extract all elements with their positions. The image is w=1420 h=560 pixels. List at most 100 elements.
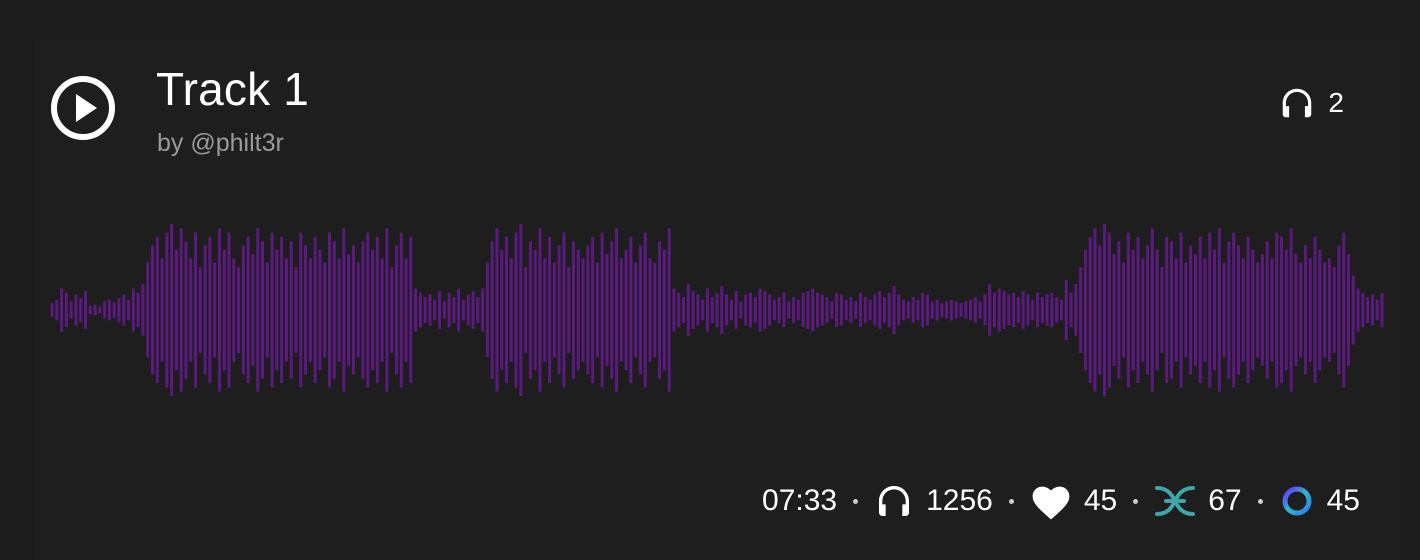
- waveform-bar: [878, 291, 882, 329]
- waveform-bar: [825, 297, 829, 323]
- waveform-bar: [610, 241, 614, 379]
- waveform-bar: [265, 262, 269, 358]
- waveform-bar: [868, 299, 872, 321]
- waveform-bar: [1375, 299, 1379, 321]
- waveform-bar: [1012, 292, 1016, 328]
- waveform-bar: [237, 267, 241, 353]
- waveform-bar: [873, 294, 877, 326]
- waveform-bar: [1275, 232, 1279, 388]
- waveform-bar: [1170, 241, 1173, 379]
- play-button[interactable]: [50, 75, 116, 141]
- waveform-bar: [141, 284, 145, 336]
- like-count-value: 45: [1083, 484, 1118, 517]
- repost-count[interactable]: 67: [1154, 483, 1242, 519]
- waveform-bar: [505, 236, 508, 384]
- waveform-bar: [1083, 249, 1087, 371]
- current-listeners-count: 2: [1328, 87, 1344, 118]
- waveform-bar: [1107, 232, 1111, 388]
- waveform-bar: [969, 299, 973, 321]
- waveform-bar: [677, 292, 681, 328]
- waveform-bar: [481, 288, 485, 332]
- waveform-bar: [1021, 291, 1025, 329]
- waveform-bar: [1380, 292, 1384, 328]
- waveform-bar: [1031, 299, 1035, 321]
- waveform-bar: [600, 232, 604, 388]
- waveform-bar: [1318, 249, 1322, 371]
- track-title[interactable]: Track 1: [156, 62, 309, 116]
- waveform-bar: [1342, 232, 1346, 388]
- waveform-bar: [385, 228, 389, 392]
- like-count[interactable]: 45: [1030, 481, 1117, 521]
- waveform-bar: [1036, 292, 1040, 328]
- waveform-bar: [983, 294, 987, 326]
- waveform-bar: [1327, 258, 1331, 362]
- waveform-bar: [1232, 232, 1236, 388]
- waveform-bar: [1016, 297, 1020, 323]
- waveform-bar: [1126, 232, 1130, 388]
- tip-count[interactable]: 45: [1279, 483, 1360, 519]
- waveform-bar: [280, 236, 284, 384]
- waveform-bar: [567, 267, 571, 353]
- waveform-bar: [1141, 258, 1145, 362]
- waveform-bar: [538, 228, 542, 392]
- waveform-bar: [308, 258, 312, 362]
- waveform-bar: [658, 241, 662, 379]
- waveform-bar: [1103, 224, 1106, 396]
- waveform-bar: [461, 299, 465, 321]
- waveform-bar: [1241, 258, 1245, 362]
- waveform-bar: [902, 299, 906, 321]
- waveform-bar: [1361, 292, 1365, 328]
- tip-count-value: 45: [1326, 484, 1360, 517]
- waveform-bar: [777, 297, 781, 323]
- waveform-bar: [198, 267, 202, 353]
- repost-count-value: 67: [1208, 484, 1242, 517]
- waveform-bar: [753, 297, 757, 323]
- waveform-bar: [1074, 284, 1078, 336]
- waveform[interactable]: [0, 200, 1420, 420]
- waveform-bar: [1098, 245, 1102, 375]
- waveform-bar: [667, 228, 671, 392]
- waveform-bar: [768, 294, 772, 326]
- waveform-bar: [1246, 236, 1250, 384]
- waveform-bar: [1337, 245, 1341, 375]
- audius-repost-icon[interactable]: [1154, 483, 1196, 519]
- waveform-bar: [50, 303, 54, 317]
- ring-icon[interactable]: [1279, 483, 1315, 519]
- heart-icon[interactable]: [1030, 481, 1072, 521]
- waveform-bar: [801, 292, 805, 328]
- waveform-bar: [997, 288, 1001, 332]
- track-artist[interactable]: by @philt3r: [157, 129, 284, 158]
- waveform-bar: [519, 224, 523, 396]
- waveform-bar: [418, 292, 422, 328]
- waveform-bar: [323, 262, 327, 358]
- waveform-bar: [911, 297, 915, 323]
- waveform-bar: [203, 245, 207, 375]
- waveform-bar: [380, 258, 384, 362]
- waveform-bar: [629, 236, 633, 384]
- waveform-bar: [275, 249, 279, 371]
- waveform-bar: [892, 285, 896, 335]
- waveform-bar: [1117, 241, 1121, 379]
- waveform-bar: [98, 306, 102, 314]
- waveform-bar: [1165, 236, 1169, 384]
- waveform-bar: [930, 301, 934, 319]
- waveform-bar: [926, 294, 929, 326]
- waveform-bar: [256, 228, 260, 392]
- waveform-bar: [107, 299, 111, 321]
- waveform-bar: [189, 258, 193, 362]
- waveform-bar: [1270, 258, 1274, 362]
- waveform-bar: [433, 299, 437, 321]
- waveform-bar: [1160, 267, 1164, 353]
- waveform-bar: [619, 258, 623, 362]
- play-count: 1256: [874, 481, 993, 521]
- waveform-bar: [356, 262, 360, 358]
- waveform-bar: [940, 303, 944, 317]
- waveform-bar: [1227, 241, 1231, 379]
- waveform-bar: [150, 245, 154, 375]
- waveform-bar: [1356, 288, 1360, 332]
- waveform-bar: [916, 299, 920, 321]
- waveform-bar: [1150, 228, 1154, 392]
- waveform-bar: [103, 301, 107, 319]
- waveform-bar: [179, 228, 183, 392]
- waveform-bar: [366, 232, 370, 388]
